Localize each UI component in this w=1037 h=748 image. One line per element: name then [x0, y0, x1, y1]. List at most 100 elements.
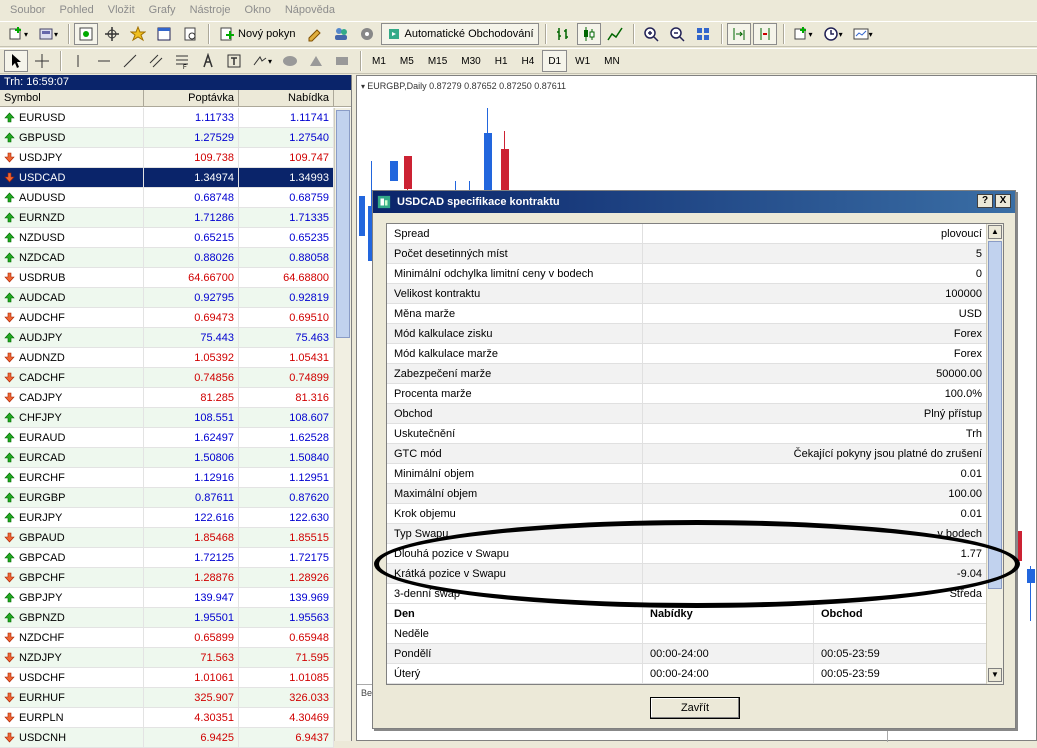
- table-row[interactable]: USDCHF 1.01061 1.01085: [0, 668, 334, 688]
- crosshair-icon[interactable]: [30, 50, 54, 72]
- new-order-button[interactable]: Nový pokyn: [214, 23, 300, 45]
- table-row[interactable]: AUDCHF 0.69473 0.69510: [0, 308, 334, 328]
- autoscroll-icon[interactable]: [752, 23, 777, 45]
- dialog-title-bar[interactable]: USDCAD specifikace kontraktu: [373, 191, 1015, 213]
- navigator-star-icon[interactable]: [126, 23, 150, 45]
- menu-item-5[interactable]: Okno: [239, 4, 279, 16]
- trend-line-icon[interactable]: [118, 50, 142, 72]
- menu-item-4[interactable]: Nástroje: [184, 4, 239, 16]
- help-button[interactable]: ?: [977, 194, 993, 208]
- table-row[interactable]: AUDUSD 0.68748 0.68759: [0, 188, 334, 208]
- candlestick-icon[interactable]: [576, 23, 601, 45]
- close-button[interactable]: Zavřít: [650, 697, 740, 719]
- bar-chart-icon[interactable]: [551, 23, 575, 45]
- scroll-thumb[interactable]: [336, 110, 350, 338]
- scroll-up-icon[interactable]: ▲: [988, 225, 1002, 239]
- people-icon[interactable]: [329, 23, 353, 45]
- spec-value: plovoucí: [941, 228, 982, 240]
- periods-clock-icon[interactable]: ▾: [819, 23, 847, 45]
- table-row[interactable]: EURGBP 0.87611 0.87620: [0, 488, 334, 508]
- table-row[interactable]: GBPAUD 1.85468 1.85515: [0, 528, 334, 548]
- indicators-icon[interactable]: ▾: [789, 23, 817, 45]
- cursor-icon[interactable]: [4, 50, 28, 72]
- market-watch-toggle-icon[interactable]: [74, 23, 99, 45]
- close-x-button[interactable]: X: [995, 194, 1011, 208]
- menu-item-0[interactable]: Soubor: [4, 4, 53, 16]
- timeframe-h1-button[interactable]: H1: [489, 50, 514, 72]
- chart-shift-icon[interactable]: [726, 23, 751, 45]
- equidistant-channel-icon[interactable]: [144, 50, 168, 72]
- table-row[interactable]: GBPJPY 139.947 139.969: [0, 588, 334, 608]
- menu-item-3[interactable]: Grafy: [143, 4, 184, 16]
- horizontal-line-icon[interactable]: [92, 50, 116, 72]
- column-header-ask[interactable]: Nabídka: [239, 90, 334, 106]
- zoom-out-icon[interactable]: [665, 23, 689, 45]
- new-chart-button[interactable]: ▾: [4, 23, 32, 45]
- dialog-scrollbar[interactable]: ▲ ▼: [986, 224, 1003, 684]
- arrows-icon[interactable]: ▾: [248, 50, 276, 72]
- signals-icon[interactable]: [355, 23, 379, 45]
- timeframe-m15-button[interactable]: M15: [422, 50, 453, 72]
- triangle-tool-icon[interactable]: [304, 50, 328, 72]
- scroll-down-icon[interactable]: ▼: [988, 668, 1002, 682]
- table-row[interactable]: USDJPY 109.738 109.747: [0, 148, 334, 168]
- auto-trading-button[interactable]: Automatické Obchodování: [380, 23, 539, 45]
- text-label-icon[interactable]: [222, 50, 246, 72]
- timeframe-w1-button[interactable]: W1: [569, 50, 596, 72]
- table-row[interactable]: AUDJPY 75.443 75.463: [0, 328, 334, 348]
- timeframe-m5-button[interactable]: M5: [394, 50, 420, 72]
- table-row[interactable]: NZDJPY 71.563 71.595: [0, 648, 334, 668]
- table-row[interactable]: GBPCAD 1.72125 1.72175: [0, 548, 334, 568]
- timeframe-h4-button[interactable]: H4: [516, 50, 541, 72]
- rectangle-tool-icon[interactable]: [330, 50, 354, 72]
- table-row[interactable]: AUDNZD 1.05392 1.05431: [0, 348, 334, 368]
- line-chart-icon[interactable]: [603, 23, 627, 45]
- table-row[interactable]: GBPUSD 1.27529 1.27540: [0, 128, 334, 148]
- column-header-symbol[interactable]: Symbol: [0, 90, 144, 106]
- table-row[interactable]: EURUSD 1.11733 1.11741: [0, 108, 334, 128]
- market-watch-scrollbar[interactable]: [334, 108, 351, 741]
- table-row[interactable]: USDRUB 64.66700 64.68800: [0, 268, 334, 288]
- spec-value: Plný přístup: [923, 408, 982, 420]
- profiles-button[interactable]: ▾: [34, 23, 62, 45]
- table-row[interactable]: USDCNH 6.9425 6.9437: [0, 728, 334, 748]
- column-header-bid[interactable]: Poptávka: [144, 90, 239, 106]
- table-row[interactable]: EURHUF 325.907 326.033: [0, 688, 334, 708]
- table-row[interactable]: EURJPY 122.616 122.630: [0, 508, 334, 528]
- table-row[interactable]: USDCAD 1.34974 1.34993: [0, 168, 334, 188]
- text-icon[interactable]: [196, 50, 220, 72]
- zoom-in-icon[interactable]: [639, 23, 663, 45]
- table-row[interactable]: NZDCHF 0.65899 0.65948: [0, 628, 334, 648]
- fibonacci-icon[interactable]: F: [170, 50, 194, 72]
- table-row[interactable]: GBPNZD 1.95501 1.95563: [0, 608, 334, 628]
- vertical-line-icon[interactable]: [66, 50, 90, 72]
- table-row[interactable]: NZDCAD 0.88026 0.88058: [0, 248, 334, 268]
- table-row[interactable]: CHFJPY 108.551 108.607: [0, 408, 334, 428]
- table-row[interactable]: AUDCAD 0.92795 0.92819: [0, 288, 334, 308]
- table-row[interactable]: CADJPY 81.285 81.316: [0, 388, 334, 408]
- timeframe-d1-button[interactable]: D1: [542, 50, 568, 72]
- ellipse-tool-icon[interactable]: [278, 50, 302, 72]
- menu-item-2[interactable]: Vložit: [102, 4, 143, 16]
- timeframe-m30-button[interactable]: M30: [455, 50, 486, 72]
- menu-item-1[interactable]: Pohled: [53, 4, 101, 16]
- table-row[interactable]: EURCAD 1.50806 1.50840: [0, 448, 334, 468]
- table-row[interactable]: GBPCHF 1.28876 1.28926: [0, 568, 334, 588]
- table-row[interactable]: EURNZD 1.71286 1.71335: [0, 208, 334, 228]
- tester-icon[interactable]: [178, 23, 202, 45]
- tile-windows-icon[interactable]: [691, 23, 715, 45]
- table-row[interactable]: CADCHF 0.74856 0.74899: [0, 368, 334, 388]
- dialog-scroll-thumb[interactable]: [988, 241, 1002, 589]
- table-row[interactable]: NZDUSD 0.65215 0.65235: [0, 228, 334, 248]
- table-row[interactable]: EURAUD 1.62497 1.62528: [0, 428, 334, 448]
- crosshair-nav-icon[interactable]: [100, 23, 124, 45]
- menu-item-6[interactable]: Nápověda: [279, 4, 343, 16]
- table-row[interactable]: EURPLN 4.30351 4.30469: [0, 708, 334, 728]
- timeframe-m1-button[interactable]: M1: [366, 50, 392, 72]
- templates-icon[interactable]: ▾: [849, 23, 877, 45]
- metaeditor-icon[interactable]: [303, 23, 327, 45]
- terminal-window-icon[interactable]: [152, 23, 176, 45]
- table-row[interactable]: EURCHF 1.12916 1.12951: [0, 468, 334, 488]
- timeframe-mn-button[interactable]: MN: [598, 50, 626, 72]
- bid-cell: 0.69473: [144, 308, 239, 327]
